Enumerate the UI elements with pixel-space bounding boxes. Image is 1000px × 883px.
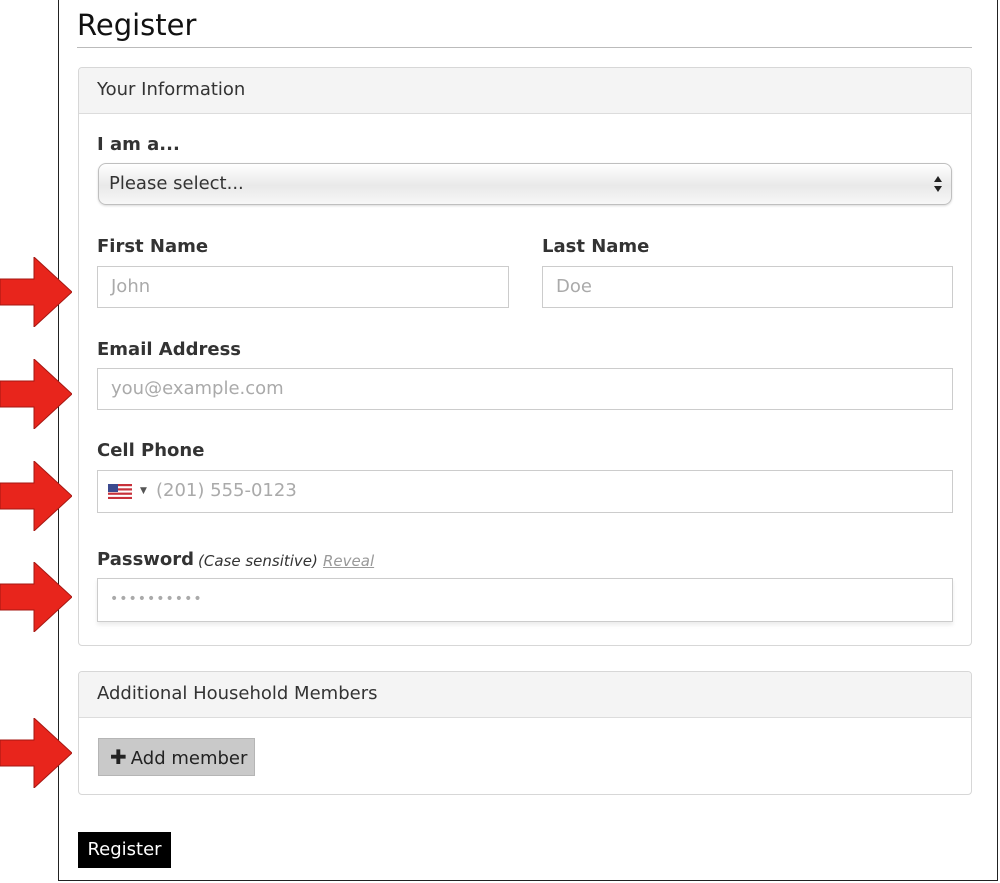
- last-name-label: Last Name: [542, 236, 650, 257]
- role-select-value: Please select...: [109, 173, 244, 194]
- household-heading: Additional Household Members: [79, 672, 971, 718]
- password-label: Password: [97, 549, 195, 570]
- country-dropdown-caret-icon[interactable]: ▼: [140, 471, 147, 511]
- role-select[interactable]: Please select...: [98, 163, 952, 205]
- role-label: I am a...: [97, 134, 180, 155]
- email-input[interactable]: you@example.com: [97, 368, 953, 410]
- add-member-button[interactable]: ✚ Add member: [98, 738, 255, 776]
- cell-phone-input[interactable]: ▼ (201) 555-0123: [97, 470, 953, 513]
- last-name-input[interactable]: Doe: [542, 266, 953, 308]
- title-divider: [77, 47, 972, 48]
- first-name-label: First Name: [97, 236, 209, 257]
- page-title: Register: [77, 8, 197, 42]
- right-arrow-icon: [0, 359, 72, 429]
- last-name-placeholder: Doe: [556, 276, 592, 297]
- register-button[interactable]: Register: [78, 832, 171, 868]
- plus-icon: ✚: [110, 745, 127, 769]
- cell-phone-placeholder: (201) 555-0123: [156, 480, 297, 501]
- us-flag-icon[interactable]: [108, 484, 132, 499]
- your-information-heading: Your Information: [79, 68, 971, 114]
- right-arrow-icon: [0, 718, 72, 788]
- email-label: Email Address: [97, 339, 242, 360]
- first-name-placeholder: John: [111, 276, 151, 297]
- password-reveal-link[interactable]: Reveal: [323, 552, 374, 570]
- password-case-note: (Case sensitive): [198, 552, 318, 570]
- email-placeholder: you@example.com: [111, 378, 284, 399]
- password-input[interactable]: ••••••••••: [97, 578, 953, 622]
- right-arrow-icon: [0, 562, 72, 632]
- cell-phone-label: Cell Phone: [97, 440, 205, 461]
- right-arrow-icon: [0, 257, 72, 327]
- select-updown-icon: [934, 176, 942, 192]
- add-member-label: Add member: [130, 748, 248, 769]
- first-name-input[interactable]: John: [97, 266, 509, 308]
- password-placeholder: ••••••••••: [110, 591, 203, 607]
- right-arrow-icon: [0, 461, 72, 531]
